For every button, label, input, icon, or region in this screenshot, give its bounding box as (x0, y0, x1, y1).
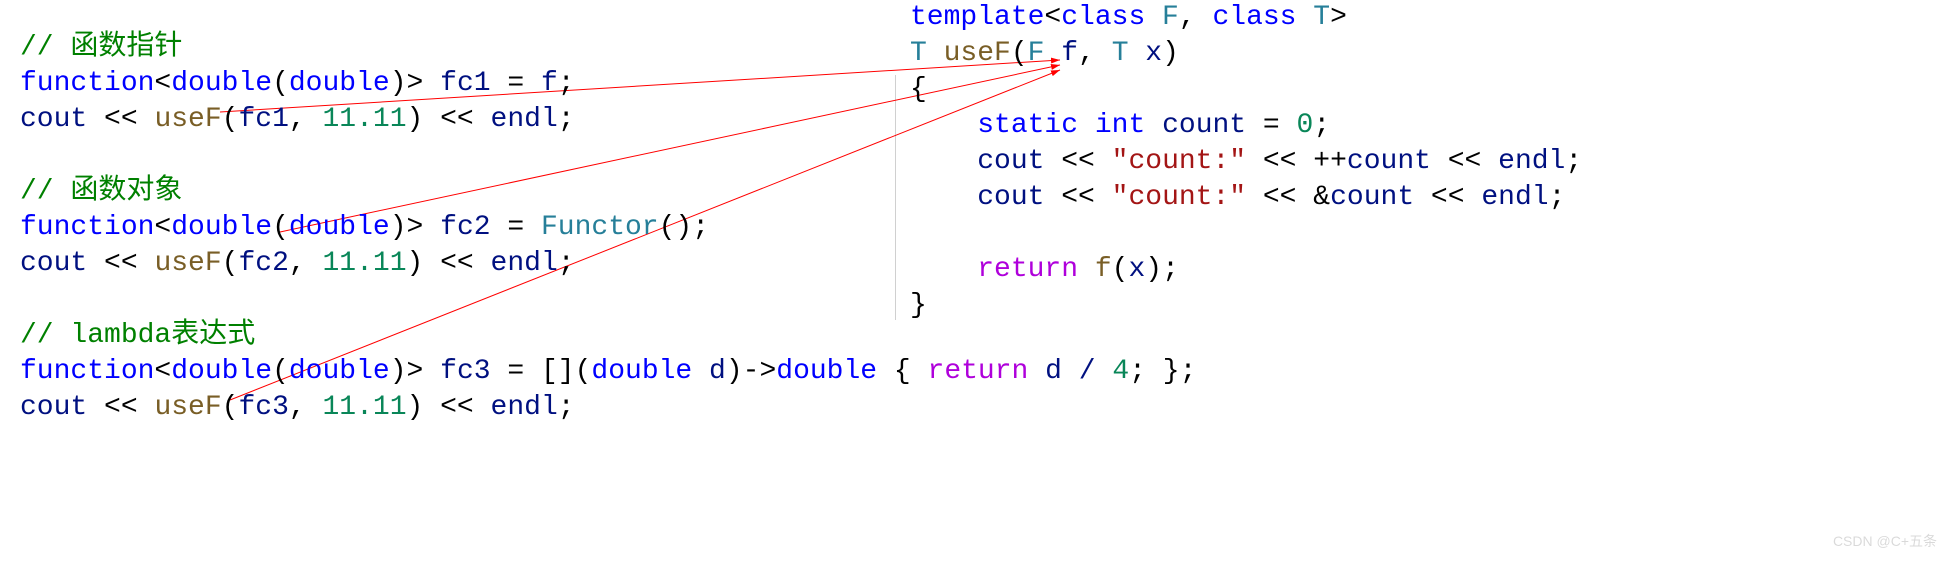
code-line: cout << "count:" << &count << endl; (910, 180, 1582, 216)
code-line: return f(x); (910, 252, 1582, 288)
code-line: cout << useF(fc3, 11.11) << endl; (20, 390, 1196, 426)
code-line: function<double(double)> fc3 = [](double… (20, 354, 1196, 390)
code-line: } (910, 288, 1582, 324)
code-line: template<class F, class T> (910, 0, 1582, 36)
blank-line (910, 216, 1582, 252)
code-line: { (910, 72, 1582, 108)
watermark: CSDN @C+五条 (1833, 523, 1937, 559)
code-diagram: // 函数指针 function<double(double)> fc1 = f… (0, 0, 1947, 565)
code-line: static int count = 0; (910, 108, 1582, 144)
code-line: cout << "count:" << ++count << endl; (910, 144, 1582, 180)
code-line: T useF(F f, T x) (910, 36, 1582, 72)
right-code-block: template<class F, class T> T useF(F f, T… (910, 0, 1582, 324)
